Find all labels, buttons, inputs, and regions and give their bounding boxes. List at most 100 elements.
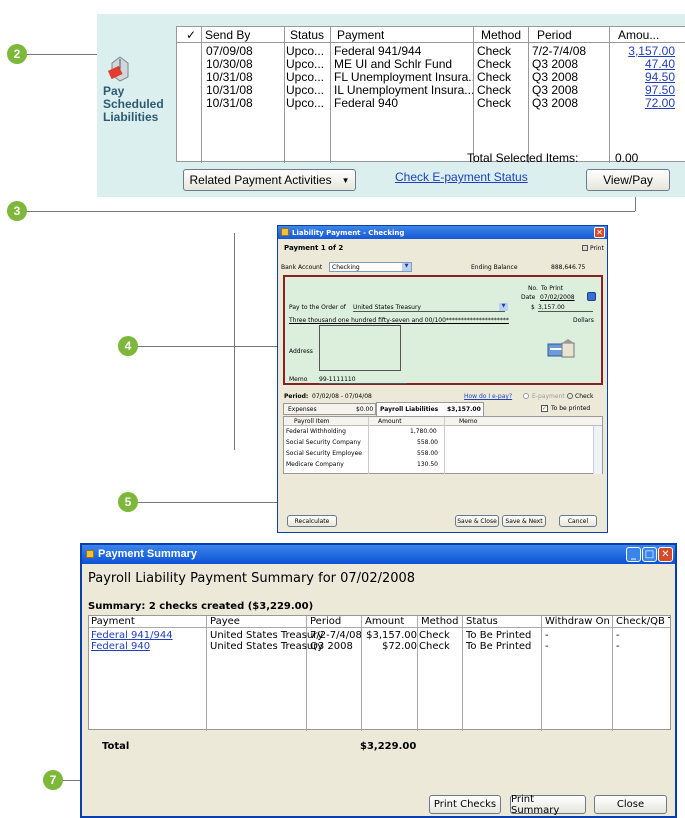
payment-summary-window: Payment Summary _ □ ✕ Payroll Liability … bbox=[80, 543, 677, 818]
tab-payroll-amount: $3,157.00 bbox=[447, 406, 481, 413]
grid-row-amount: 1,780.00 bbox=[410, 428, 437, 435]
row-amount-link[interactable]: 3,157.00 bbox=[628, 44, 675, 58]
minimize-icon[interactable]: _ bbox=[626, 547, 641, 562]
liability-payment-window: Liability Payment - Checking ✕ Payment 1… bbox=[277, 225, 608, 533]
close-icon[interactable]: ✕ bbox=[594, 227, 605, 238]
liabilities-icon bbox=[108, 56, 129, 82]
payment-of-label: Payment 1 of 2 bbox=[284, 244, 344, 252]
grid-row-item: Federal Withholding bbox=[286, 428, 346, 435]
row-send-by: 10/31/08 bbox=[206, 70, 253, 84]
close-button[interactable]: Close bbox=[594, 795, 667, 814]
column-header-method[interactable]: Method bbox=[481, 28, 521, 42]
row-amount-link[interactable]: 47.40 bbox=[645, 57, 675, 71]
column-header-check[interactable]: Check/QB Tra... bbox=[616, 616, 670, 627]
pay-scheduled-liabilities-panel: Pay Scheduled Liabilities ✓ Send By Stat… bbox=[97, 14, 685, 197]
grid-scrollbar[interactable] bbox=[593, 426, 602, 474]
grid-row-amount: 130.50 bbox=[417, 461, 438, 468]
print-checks-button[interactable]: Print Checks bbox=[429, 795, 501, 814]
column-header-period[interactable]: Period bbox=[537, 28, 572, 42]
callout-5: 5 bbox=[118, 492, 138, 512]
row-amount-link[interactable]: 94.50 bbox=[645, 70, 675, 84]
tab-payroll-label: Payroll Liabilities bbox=[380, 406, 439, 413]
window-app-icon bbox=[281, 228, 289, 236]
column-header-payment[interactable]: Payment bbox=[337, 28, 384, 42]
epayment-radio[interactable] bbox=[523, 393, 529, 399]
callout-3: 3 bbox=[7, 201, 27, 221]
how-to-epay-link[interactable]: How do I e-pay? bbox=[464, 393, 512, 400]
row-payment: FL Unemployment Insura... bbox=[334, 70, 473, 84]
close-icon[interactable]: ✕ bbox=[658, 547, 673, 562]
save-next-button[interactable]: Save & Next bbox=[502, 515, 546, 527]
payee-dropdown-icon[interactable]: ▼ bbox=[499, 303, 508, 311]
save-close-button[interactable]: Save & Close bbox=[455, 515, 499, 527]
check-epayment-status-link[interactable]: Check E-payment Status bbox=[395, 170, 528, 184]
pay-to-field[interactable]: United States Treasury bbox=[353, 304, 505, 312]
column-header-status[interactable]: Status bbox=[290, 28, 324, 42]
row-payment: IL Unemployment Insura... bbox=[334, 83, 473, 97]
row-payee: United States Treasury bbox=[210, 641, 324, 652]
maximize-icon[interactable]: □ bbox=[642, 547, 657, 562]
column-header-status[interactable]: Status bbox=[466, 616, 498, 627]
sidebar-label-line-1: Pay bbox=[103, 84, 125, 98]
close-label: Close bbox=[616, 799, 645, 810]
payroll-items-grid: Payroll Item Amount Memo Federal Withhol… bbox=[283, 416, 603, 474]
row-amount-link[interactable]: 72.00 bbox=[645, 96, 675, 110]
row-period: Q3 2008 bbox=[532, 83, 579, 97]
column-header-period[interactable]: Period bbox=[310, 616, 341, 627]
cancel-button[interactable]: Cancel bbox=[559, 515, 597, 527]
row-method: Check bbox=[477, 70, 512, 84]
row-method: Check bbox=[419, 641, 450, 652]
grid-header-amount: Amount bbox=[378, 418, 402, 425]
print-icon[interactable] bbox=[582, 245, 588, 251]
check-radio[interactable] bbox=[567, 393, 573, 399]
recalculate-button[interactable]: Recalculate bbox=[287, 515, 337, 527]
amount-words: Three thousand one hundred fifty-seven a… bbox=[289, 317, 509, 324]
column-header-amount[interactable]: Amount bbox=[365, 616, 404, 627]
column-header-amount[interactable]: Amou... bbox=[618, 28, 659, 42]
row-period: Q3 2008 bbox=[532, 57, 579, 71]
leader-line-3 bbox=[27, 211, 635, 212]
row-status: To Be Printed bbox=[466, 641, 532, 652]
row-send-by: 10/31/08 bbox=[206, 96, 253, 110]
row-check: - bbox=[616, 641, 620, 652]
bank-account-select[interactable]: Checking ▼ bbox=[329, 262, 412, 272]
print-link[interactable]: Print bbox=[590, 245, 604, 252]
dropdown-arrow-icon[interactable]: ▼ bbox=[402, 263, 411, 271]
to-be-printed-checkbox[interactable]: ✓ bbox=[541, 405, 548, 412]
payment-icon bbox=[547, 339, 575, 358]
dropdown-arrow-icon: ▼ bbox=[341, 175, 350, 185]
column-header-send-by[interactable]: Send By bbox=[205, 28, 250, 42]
row-payment-link[interactable]: Federal 940 bbox=[91, 641, 150, 652]
column-header-payment[interactable]: Payment bbox=[91, 616, 135, 627]
grid-row-amount: 558.00 bbox=[417, 450, 438, 457]
column-header-withdraw-on[interactable]: Withdraw On bbox=[545, 616, 610, 627]
bank-account-label: Bank Account bbox=[281, 264, 323, 271]
view-pay-button[interactable]: View/Pay bbox=[586, 169, 670, 191]
row-send-by: 10/30/08 bbox=[206, 57, 253, 71]
print-summary-label: Print Summary bbox=[511, 793, 560, 816]
memo-field[interactable]: 99-1111110 bbox=[319, 376, 407, 384]
row-amount-link[interactable]: 97.50 bbox=[645, 83, 675, 97]
grid-row-item: Social Security Company bbox=[286, 439, 361, 446]
column-header-check[interactable]: ✓ bbox=[186, 28, 196, 42]
grid-header-item: Payroll Item bbox=[294, 418, 330, 425]
row-amount: $3,157.00 bbox=[366, 630, 417, 641]
row-method: Check bbox=[477, 96, 512, 110]
tab-payroll-liabilities[interactable]: Payroll Liabilities $3,157.00 bbox=[376, 402, 484, 416]
row-period: Q3 2008 bbox=[532, 96, 579, 110]
epayment-radio-label: E-payment bbox=[532, 393, 565, 400]
liability-window-title: Liability Payment - Checking bbox=[292, 229, 405, 237]
dollar-sign: $ bbox=[531, 304, 535, 311]
column-header-method[interactable]: Method bbox=[421, 616, 459, 627]
amount-field[interactable]: 3,157.00 bbox=[538, 304, 593, 312]
row-check: - bbox=[616, 630, 620, 641]
row-payment-link[interactable]: Federal 941/944 bbox=[91, 630, 173, 641]
address-field[interactable] bbox=[319, 325, 401, 371]
column-header-payee[interactable]: Payee bbox=[210, 616, 240, 627]
print-summary-button[interactable]: Print Summary bbox=[510, 793, 586, 816]
tab-expenses[interactable]: Expenses $0.00 bbox=[283, 403, 376, 415]
related-payment-activities-button[interactable]: Related Payment Activities ▼ bbox=[183, 169, 356, 191]
calendar-icon[interactable] bbox=[587, 292, 596, 301]
row-payee: United States Treasury bbox=[210, 630, 324, 641]
date-field[interactable]: 07/02/2008 bbox=[540, 294, 575, 301]
